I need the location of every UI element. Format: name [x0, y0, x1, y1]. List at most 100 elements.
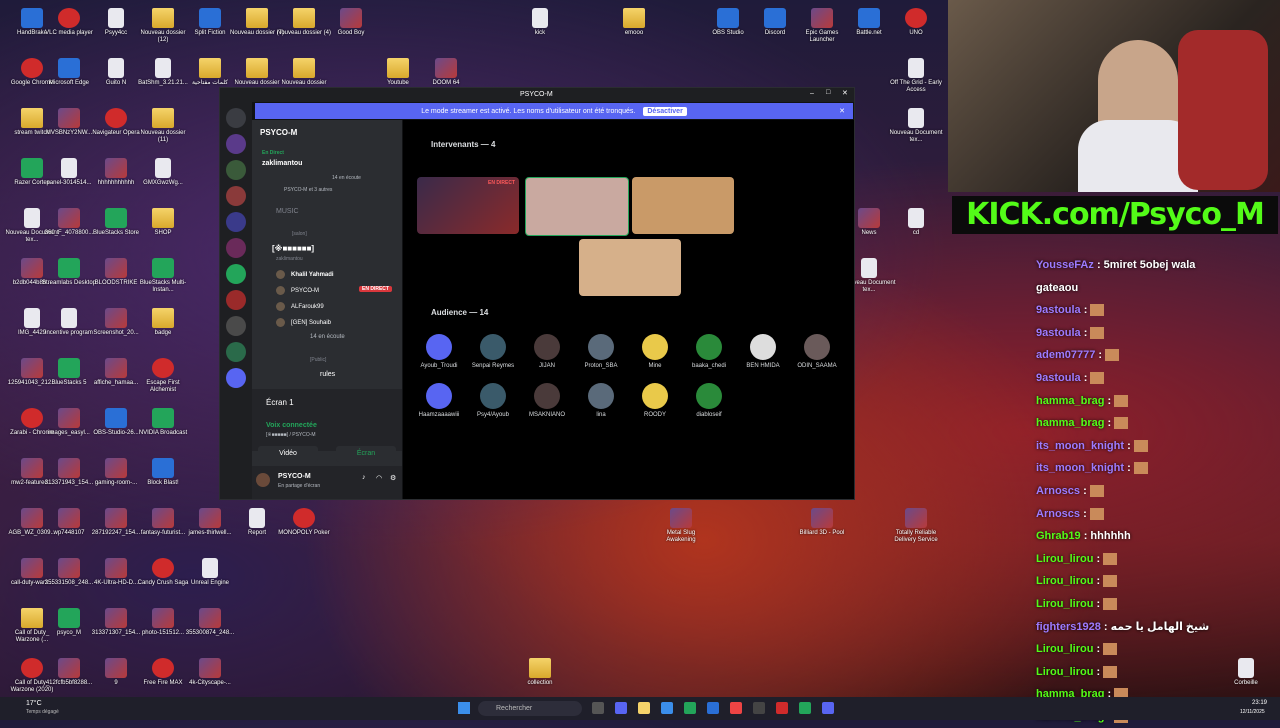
- desktop-icon[interactable]: MONOPOLY Poker: [276, 508, 332, 537]
- taskbar-app-icon[interactable]: [822, 702, 834, 714]
- desktop-icon[interactable]: cd: [888, 208, 944, 237]
- live-user[interactable]: zaklimantou: [262, 160, 302, 167]
- taskbar-app-icon[interactable]: [684, 702, 696, 714]
- desktop-icon[interactable]: 355300874_248...: [182, 608, 238, 637]
- desktop-icon[interactable]: NVIDIA Broadcast: [135, 408, 191, 437]
- taskbar-app-icon[interactable]: [592, 702, 604, 714]
- member-item[interactable]: Khalil Yahmadi: [276, 270, 334, 279]
- audience-member[interactable]: baaka_chedi: [685, 334, 733, 369]
- taskbar-app-icon[interactable]: [638, 702, 650, 714]
- audience-member[interactable]: ROODY: [631, 383, 679, 418]
- desktop-icon[interactable]: emooo: [606, 8, 662, 37]
- desktop-icon[interactable]: Unreal Engine: [182, 558, 238, 587]
- server-icon[interactable]: [226, 186, 246, 206]
- taskbar-app-icon[interactable]: [730, 702, 742, 714]
- audience-member[interactable]: MSAKNIANO: [523, 383, 571, 418]
- weather-temp[interactable]: 17°C: [26, 700, 42, 707]
- desktop-icon[interactable]: 4k-Cityscape-...: [182, 658, 238, 687]
- live-stream-tile[interactable]: EN DIRECT: [417, 177, 519, 234]
- desktop-icon[interactable]: DOOM 64: [418, 58, 474, 87]
- desktop-icon[interactable]: Nouveau Document tex...: [888, 108, 944, 144]
- desktop-icon[interactable]: badge: [135, 308, 191, 337]
- audience-name: Proton_SBA: [584, 363, 618, 369]
- taskbar-app-icon[interactable]: [661, 702, 673, 714]
- server-icon[interactable]: [226, 316, 246, 336]
- audience-member[interactable]: Proton_SBA: [577, 334, 625, 369]
- speaker-tile[interactable]: [579, 239, 681, 296]
- audience-member[interactable]: lina: [577, 383, 625, 418]
- desktop-icon[interactable]: Escape First Alchemist: [135, 358, 191, 394]
- desktop-icon[interactable]: Block Blast!: [135, 458, 191, 487]
- desktop-icon[interactable]: SHOP: [135, 208, 191, 237]
- audience-member[interactable]: Mine: [631, 334, 679, 369]
- taskbar-app-icon[interactable]: [753, 702, 765, 714]
- rules-channel[interactable]: rules: [320, 371, 335, 378]
- minimize-icon[interactable]: –: [810, 90, 814, 97]
- deactivate-button[interactable]: Désactiver: [643, 106, 687, 116]
- stage-channel[interactable]: [※■■■■■■]: [272, 244, 314, 253]
- taskbar-app-icon[interactable]: [615, 702, 627, 714]
- member-item[interactable]: ALFarouk99: [276, 302, 324, 311]
- maximize-icon[interactable]: □: [826, 89, 830, 96]
- category-salon[interactable]: [salon]: [292, 231, 307, 237]
- start-icon[interactable]: [458, 702, 470, 714]
- audience-member[interactable]: diabloseif: [685, 383, 733, 418]
- close-icon[interactable]: ✕: [839, 107, 845, 115]
- server-icon[interactable]: [226, 160, 246, 180]
- category-public[interactable]: [Public]: [310, 357, 326, 363]
- taskbar-app-icon[interactable]: [776, 702, 788, 714]
- mic-icon[interactable]: ♪: [362, 474, 366, 481]
- desktop-icon[interactable]: collection: [512, 658, 568, 687]
- desktop-icon[interactable]: Metal Slug Awakening: [653, 508, 709, 544]
- server-icon[interactable]: [226, 264, 246, 284]
- audience-member[interactable]: ODIN_SAAMA: [793, 334, 841, 369]
- audience-member[interactable]: Haamzaaaawiii: [415, 383, 463, 418]
- server-header[interactable]: PSYCO-M: [260, 128, 297, 137]
- server-icon[interactable]: [226, 368, 246, 388]
- audience-member[interactable]: Ayoub_Troudi: [415, 334, 463, 369]
- audience-member[interactable]: Psy4/Ayoub: [469, 383, 517, 418]
- member-item[interactable]: [GEN] Souhaib: [276, 318, 331, 327]
- desktop-icon[interactable]: Totally Reliable Delivery Service: [888, 508, 944, 544]
- desktop-icon[interactable]: UNO: [888, 8, 944, 37]
- desktop-icon[interactable]: Nouveau dossier: [276, 58, 332, 87]
- gear-icon[interactable]: ⚙: [390, 474, 396, 482]
- title-bar[interactable]: PSYCO-M – □ ✕: [220, 88, 854, 102]
- server-icon[interactable]: [226, 212, 246, 232]
- desktop-icon-image: [105, 658, 127, 678]
- video-button[interactable]: Vidéo: [258, 446, 318, 462]
- desktop-icon[interactable]: Billiard 3D - Pool: [794, 508, 850, 537]
- discord-window[interactable]: PSYCO-M – □ ✕ Le mode streamer est activ…: [219, 87, 855, 500]
- search-input[interactable]: Rechercher: [478, 701, 582, 716]
- speakers-header[interactable]: Intervenants — 4: [431, 140, 495, 149]
- desktop-icon[interactable]: BlueStacks Multi-Instan...: [135, 258, 191, 294]
- server-icon[interactable]: [226, 342, 246, 362]
- screen-share-panel[interactable]: Écran 1 Voix connectée [※■■■■■] / PSYCO-…: [252, 389, 402, 451]
- clock-time[interactable]: 23:19: [1252, 700, 1267, 706]
- server-icon[interactable]: [226, 108, 246, 128]
- music-channel[interactable]: MUSIC: [276, 208, 299, 215]
- audience-member[interactable]: BEN HMIDA: [739, 334, 787, 369]
- taskbar-app-icon[interactable]: [707, 702, 719, 714]
- speaker-tile[interactable]: [525, 177, 629, 236]
- chat-message: gateaou: [1036, 277, 1236, 300]
- desktop-icon[interactable]: Good Boy: [323, 8, 379, 37]
- audience-header[interactable]: Audience — 14: [431, 308, 488, 317]
- server-icon[interactable]: [226, 238, 246, 258]
- desktop-icon[interactable]: kick: [512, 8, 568, 37]
- speaker-tile[interactable]: [632, 177, 734, 234]
- desktop-icon[interactable]: Off The Grid - Early Access: [888, 58, 944, 94]
- user-panel[interactable]: PSYCO-M En partage d'écran ♪ ◠ ⚙: [252, 466, 402, 499]
- member-name: PSYCO-M: [291, 288, 320, 295]
- taskbar-app-icon[interactable]: [799, 702, 811, 714]
- audience-member[interactable]: Senpai Reymes: [469, 334, 517, 369]
- server-icon[interactable]: [226, 134, 246, 154]
- screen-button[interactable]: Écran: [336, 446, 396, 462]
- member-item[interactable]: PSYCO-M: [276, 286, 319, 295]
- headset-icon[interactable]: ◠: [376, 474, 382, 482]
- desktop-icon[interactable]: GMXGwzWg...: [135, 158, 191, 187]
- desktop-icon[interactable]: Nouveau dossier (11): [135, 108, 191, 144]
- server-icon[interactable]: [226, 290, 246, 310]
- audience-member[interactable]: JIJAN: [523, 334, 571, 369]
- close-icon[interactable]: ✕: [842, 89, 848, 97]
